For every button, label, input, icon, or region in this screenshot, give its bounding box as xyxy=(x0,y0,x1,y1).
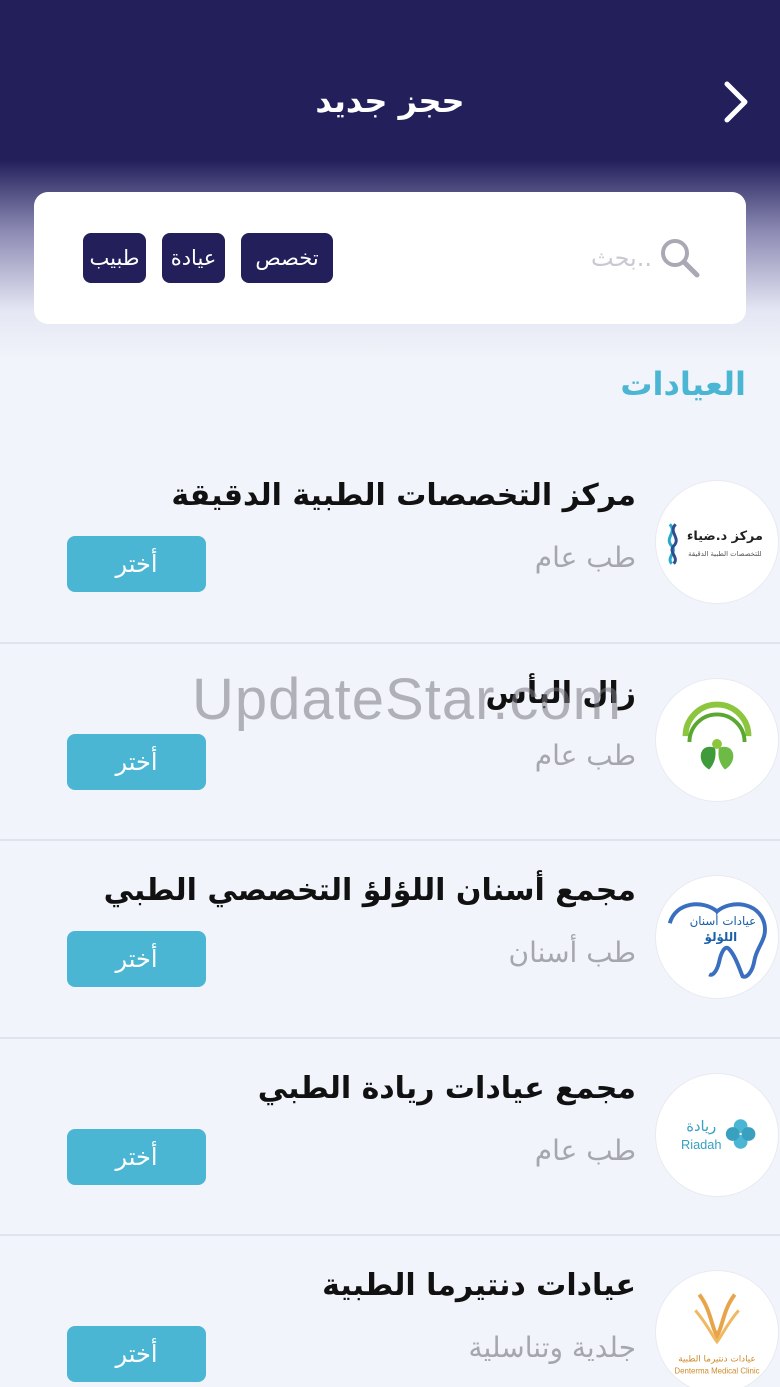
back-button[interactable] xyxy=(708,74,764,130)
svg-text:مركز د.ضياء: مركز د.ضياء xyxy=(687,529,763,544)
clinic-specialty: طب عام xyxy=(534,1133,636,1167)
search-input[interactable] xyxy=(534,238,652,278)
chevron-right-icon xyxy=(724,81,748,123)
clinic-row[interactable]: عيادات أسنان اللؤلؤ مجمع أسنان اللؤلؤ ال… xyxy=(0,841,780,1039)
clinic-name: زال البأس xyxy=(485,675,636,711)
page-title: حجز جديد xyxy=(315,82,465,120)
svg-text:ريادة: ريادة xyxy=(686,1118,716,1135)
page: حجز جديد تخصص عيادة طبيب العيادات مركز د… xyxy=(0,0,780,1387)
denterma-logo-icon: عيادات دنتيرما الطبية Denterma Medical C… xyxy=(674,1293,760,1375)
clinic-specialty: طب عام xyxy=(534,738,636,772)
clinic-name: عيادات دنتيرما الطبية xyxy=(322,1268,636,1303)
svg-text:Denterma Medical Clinic: Denterma Medical Clinic xyxy=(674,1366,759,1375)
clinic-logo: ريادة Riadah xyxy=(655,1072,779,1197)
clinic-row[interactable]: زال البأس طب عام أختر xyxy=(0,644,780,841)
search-icon[interactable] xyxy=(658,236,702,280)
clinic-specialty: طب عام xyxy=(534,541,636,574)
filter-chip-doctor[interactable]: طبيب xyxy=(83,233,146,283)
diaa-center-logo-icon: مركز د.ضياء للتخصصات الطبية الدقيقة xyxy=(667,523,763,565)
leaf-people-logo-icon xyxy=(682,701,752,770)
clinic-logo: مركز د.ضياء للتخصصات الطبية الدقيقة xyxy=(655,480,779,604)
clinic-logo xyxy=(655,677,779,802)
svg-text:عيادات أسنان: عيادات أسنان xyxy=(690,913,757,928)
filter-chip-specialty[interactable]: تخصص xyxy=(241,233,333,283)
svg-text:عيادات دنتيرما الطبية: عيادات دنتيرما الطبية xyxy=(678,1355,756,1365)
choose-button[interactable]: أختر xyxy=(67,931,206,987)
clinic-specialty: طب أسنان xyxy=(508,936,636,969)
riadah-logo-icon: ريادة Riadah xyxy=(681,1118,756,1151)
choose-button[interactable]: أختر xyxy=(67,1326,206,1382)
clinic-row[interactable]: ريادة Riadah مجمع عيادات ريادة الطبي طب … xyxy=(0,1039,780,1236)
search-card: تخصص عيادة طبيب xyxy=(34,192,746,324)
clinic-name: مجمع أسنان اللؤلؤ التخصصي الطبي xyxy=(103,873,636,908)
clinic-row[interactable]: مركز د.ضياء للتخصصات الطبية الدقيقة مركز… xyxy=(0,446,780,644)
section-title: العيادات xyxy=(620,365,746,403)
clinic-name: مركز التخصصات الطبية الدقيقة xyxy=(171,478,636,513)
clinic-logo: عيادات أسنان اللؤلؤ xyxy=(655,875,779,999)
clinic-row[interactable]: عيادات دنتيرما الطبية Denterma Medical C… xyxy=(0,1236,780,1387)
svg-text:Riadah: Riadah xyxy=(681,1136,722,1151)
svg-text:اللؤلؤ: اللؤلؤ xyxy=(704,930,738,945)
choose-button[interactable]: أختر xyxy=(67,733,206,790)
clinic-name: مجمع عيادات ريادة الطبي xyxy=(257,1070,636,1106)
tooth-logo-icon: عيادات أسنان اللؤلؤ xyxy=(667,902,767,979)
clinic-logo: عيادات دنتيرما الطبية Denterma Medical C… xyxy=(655,1270,779,1387)
svg-text:للتخصصات الطبية الدقيقة: للتخصصات الطبية الدقيقة xyxy=(688,550,761,558)
clinic-list: مركز د.ضياء للتخصصات الطبية الدقيقة مركز… xyxy=(0,446,780,1387)
choose-button[interactable]: أختر xyxy=(67,536,206,592)
filter-chip-clinic[interactable]: عيادة xyxy=(162,233,225,283)
clinic-specialty: جلدية وتناسلية xyxy=(468,1331,636,1364)
choose-button[interactable]: أختر xyxy=(67,1128,206,1185)
